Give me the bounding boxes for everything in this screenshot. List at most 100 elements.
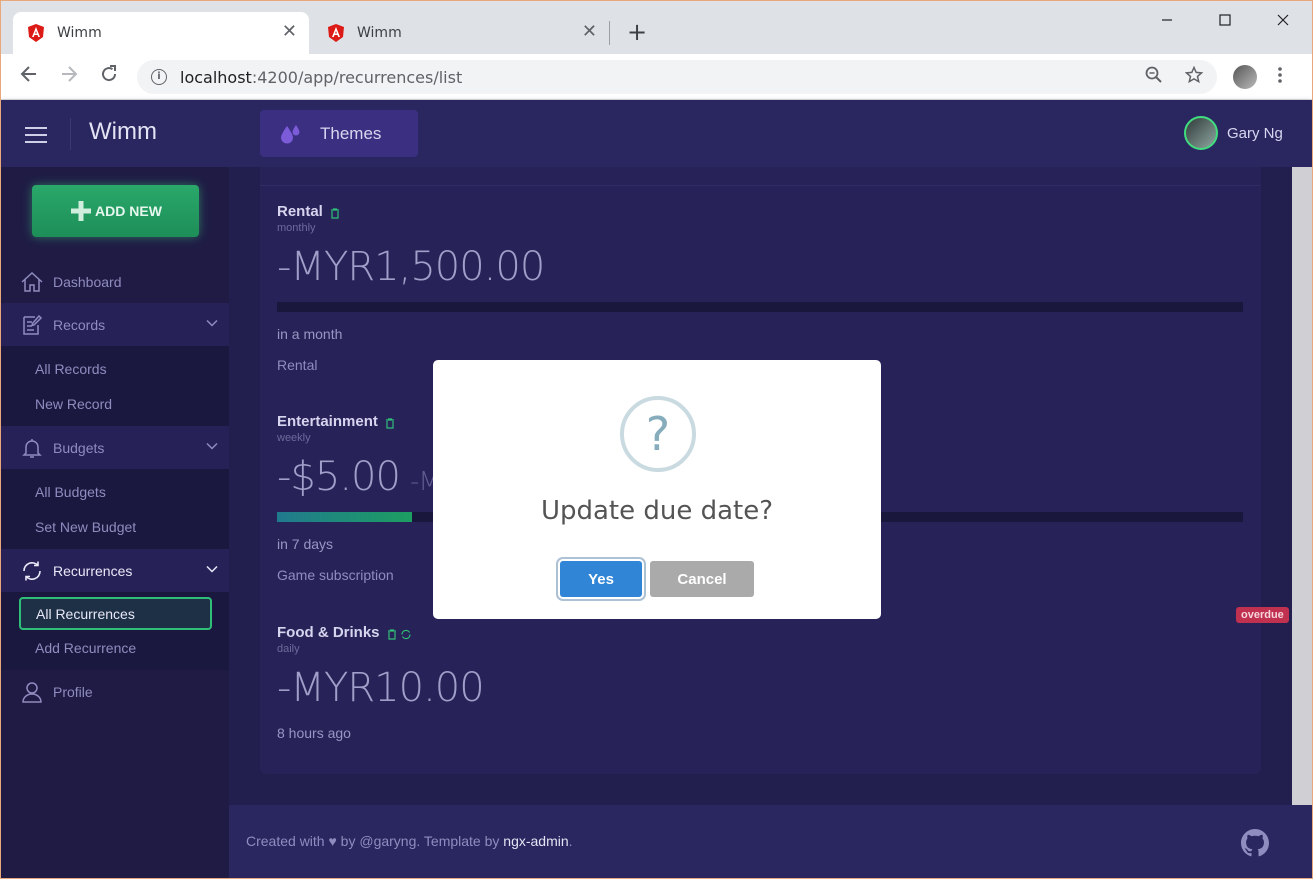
browser-toolbar: i localhost:4200/app/recurrences/list: [1, 54, 1312, 100]
recurrence-name: Entertainment: [277, 413, 378, 430]
sidebar-item-recurrences[interactable]: Recurrences: [1, 549, 229, 592]
sidebar-item-budgets[interactable]: Budgets: [1, 426, 229, 469]
themes-button[interactable]: Themes: [260, 110, 418, 157]
recurrence-frequency: monthly: [277, 222, 316, 234]
person-icon: [20, 680, 44, 704]
sidebar-item-label: Budgets: [53, 439, 105, 456]
sidebar-item-profile[interactable]: Profile: [1, 670, 229, 713]
dialog-title: Update due date?: [540, 496, 774, 526]
recurrence-amount: -$5.00: [277, 454, 401, 500]
recurrence-name: Food & Drinks: [277, 624, 380, 641]
sidebar-subitem-new-record[interactable]: New Record: [1, 386, 229, 421]
trash-icon[interactable]: [385, 416, 395, 429]
progress-fill: [277, 512, 413, 522]
angular-logo-icon: [27, 24, 45, 42]
menu-toggle-icon[interactable]: [25, 127, 47, 143]
yes-button[interactable]: Yes: [560, 561, 642, 597]
sidebar-item-label: Dashboard: [53, 273, 122, 290]
refresh-icon[interactable]: [400, 627, 412, 640]
edit-note-icon: [20, 313, 44, 337]
due-progress-bar: [277, 302, 1243, 312]
sidebar-item-label: Profile: [53, 683, 93, 700]
list-item[interactable]: Rental monthly -MYR1,500.00 in a month R…: [277, 203, 1245, 373]
new-tab-icon[interactable]: +: [627, 20, 647, 44]
footer-credit: Created with ♥ by @garyng. Template by n…: [246, 833, 573, 849]
tab-separator: [609, 21, 610, 45]
bookmark-star-icon[interactable]: [1184, 65, 1204, 89]
tab-bar: Wimm ✕ Wimm ✕ +: [1, 1, 1312, 54]
site-info-icon[interactable]: i: [151, 69, 167, 85]
page-scrollbar[interactable]: [1292, 167, 1312, 805]
recurrences-submenu: All Recurrences Add Recurrence: [1, 592, 229, 670]
avatar: [1184, 116, 1218, 150]
app-brand[interactable]: Wimm: [89, 118, 157, 146]
sidebar-subitem-add-recurrence[interactable]: Add Recurrence: [1, 630, 229, 665]
reload-icon[interactable]: [99, 64, 119, 89]
chevron-down-icon: [205, 316, 219, 330]
due-text: 8 hours ago: [277, 725, 351, 741]
user-name: Gary Ng: [1227, 124, 1283, 142]
app-header: Wimm Themes Gary Ng: [1, 100, 1312, 167]
confirm-dialog: ? Update due date? Yes Cancel: [433, 360, 881, 619]
overdue-badge: overdue: [1236, 607, 1289, 623]
ngx-admin-link[interactable]: ngx-admin: [503, 833, 568, 849]
zoom-icon[interactable]: [1145, 66, 1163, 89]
angular-logo-icon: [327, 24, 345, 42]
budgets-submenu: All Budgets Set New Budget: [1, 469, 229, 549]
url-path: :4200/app/recurrences/list: [251, 67, 463, 87]
droplet-icon: [278, 122, 302, 146]
address-bar[interactable]: i localhost:4200/app/recurrences/list: [137, 60, 1217, 94]
footer-prefix: Created with ♥ by @garyng. Template by: [246, 833, 504, 849]
sidebar-item-label: Recurrences: [53, 562, 133, 579]
tab-title: Wimm: [57, 25, 102, 41]
refresh-cycle-icon: [20, 559, 44, 583]
header-divider: [70, 118, 71, 150]
add-new-button[interactable]: ADD NEW: [32, 185, 199, 237]
tab-close-icon[interactable]: ✕: [282, 23, 297, 41]
sidebar: ADD NEW Dashboard Records All Records Ne…: [1, 167, 229, 805]
sidebar-item-dashboard[interactable]: Dashboard: [1, 260, 229, 303]
back-icon[interactable]: [19, 64, 39, 89]
sidebar-subitem-all-records[interactable]: All Records: [1, 351, 229, 386]
sidebar-item-records[interactable]: Records: [1, 303, 229, 346]
due-text: in a month: [277, 326, 343, 342]
url-host: localhost: [180, 67, 252, 87]
sidebar-item-label: Records: [53, 316, 106, 333]
footer-suffix: .: [568, 833, 573, 849]
card-header: [260, 167, 1261, 186]
browser-window: Wimm ✕ Wimm ✕ + i localhost:4200/app/re…: [1, 1, 1312, 878]
cancel-button[interactable]: Cancel: [650, 561, 754, 597]
browser-profile-avatar[interactable]: [1233, 65, 1257, 89]
question-icon: ?: [620, 396, 696, 472]
trash-icon[interactable]: [387, 627, 397, 640]
list-item[interactable]: Food & Drinks daily -MYR10.00 8 hours ag…: [277, 624, 1245, 741]
recurrence-name: Rental: [277, 203, 323, 220]
browser-tab-active[interactable]: Wimm ✕: [13, 12, 309, 54]
plus-icon: [69, 199, 93, 224]
add-new-label: ADD NEW: [95, 203, 162, 219]
user-menu[interactable]: Gary Ng: [1184, 116, 1283, 150]
footer: Created with ♥ by @garyng. Template by n…: [229, 805, 1312, 878]
bell-icon: [20, 436, 44, 460]
sidebar-menu: Dashboard Records All Records New Record: [1, 260, 229, 713]
home-icon: [20, 270, 44, 294]
records-submenu: All Records New Record: [1, 346, 229, 426]
minimize-icon[interactable]: [1157, 11, 1177, 30]
trash-icon[interactable]: [330, 206, 340, 219]
browser-tab[interactable]: Wimm ✕: [313, 12, 609, 54]
close-window-icon[interactable]: [1273, 11, 1293, 30]
recurrence-frequency: daily: [277, 643, 300, 655]
forward-icon[interactable]: [59, 64, 79, 89]
tab-title: Wimm: [357, 25, 402, 41]
recurrence-amount: -MYR1,500.00: [277, 244, 545, 290]
sidebar-subitem-set-new-budget[interactable]: Set New Budget: [1, 509, 229, 544]
sidebar-subitem-all-budgets[interactable]: All Budgets: [1, 474, 229, 509]
github-icon[interactable]: [1241, 829, 1269, 857]
maximize-icon[interactable]: [1215, 11, 1235, 30]
sidebar-subitem-all-recurrences[interactable]: All Recurrences: [19, 597, 212, 630]
tab-close-icon[interactable]: ✕: [582, 23, 597, 41]
menu-kebab-icon[interactable]: [1277, 66, 1283, 89]
chevron-down-icon: [205, 439, 219, 453]
themes-label: Themes: [320, 123, 382, 143]
recurrence-amount: -MYR10.00: [277, 665, 485, 711]
